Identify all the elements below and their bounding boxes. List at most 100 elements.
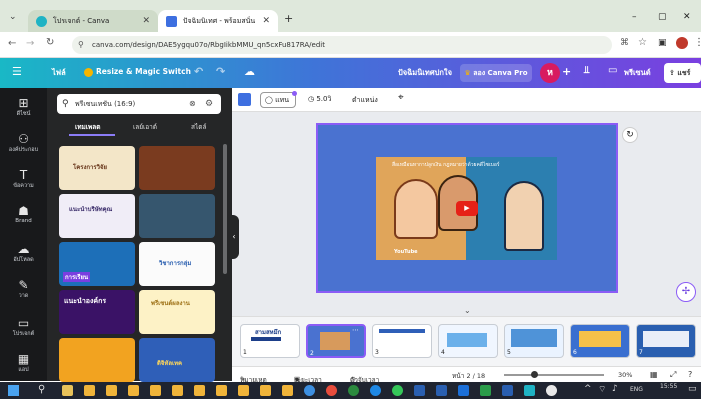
template-thumb[interactable] bbox=[59, 338, 135, 382]
taskbar-app-icon[interactable] bbox=[436, 385, 447, 396]
rail-item-brand[interactable]: ☗ Brand bbox=[0, 204, 47, 224]
rail-item-design[interactable]: ⊞ ดีไซน์ bbox=[0, 96, 47, 118]
minimize-button[interactable]: – bbox=[632, 12, 637, 22]
grid-view-icon[interactable]: ▦ bbox=[650, 370, 658, 379]
tab-menu-icon[interactable]: ⌄ bbox=[9, 12, 17, 22]
taskbar-app-icon[interactable] bbox=[238, 385, 249, 396]
filter-icon[interactable]: ⚙ bbox=[205, 94, 213, 114]
taskbar-app-icon[interactable] bbox=[194, 385, 205, 396]
forward-icon[interactable]: → bbox=[26, 38, 34, 49]
taskbar-app-icon[interactable] bbox=[370, 385, 381, 396]
resize-magic-switch-button[interactable]: Resize & Magic Switch bbox=[96, 67, 191, 76]
taskbar-app-icon[interactable] bbox=[414, 385, 425, 396]
url-input[interactable]: ⚲ canva.com/design/DAE5ygqu07o/RbgIikbMM… bbox=[72, 36, 612, 54]
page-more-icon[interactable]: ⋯ bbox=[352, 326, 359, 334]
page-thumb-4[interactable]: 4 bbox=[438, 324, 498, 358]
taskbar-app-icon[interactable] bbox=[128, 385, 139, 396]
zoom-slider-handle[interactable] bbox=[531, 371, 538, 378]
taskbar-app-icon[interactable] bbox=[304, 385, 315, 396]
template-thumb[interactable]: แนะนำองค์กร bbox=[59, 290, 135, 334]
back-icon[interactable]: ← bbox=[8, 38, 16, 49]
network-icon[interactable]: ⌔ bbox=[598, 384, 606, 395]
bookmark-star-icon[interactable]: ☆ bbox=[638, 37, 647, 48]
taskbar-app-icon[interactable] bbox=[84, 385, 95, 396]
taskbar-app-icon[interactable] bbox=[392, 385, 403, 396]
background-color-swatch[interactable] bbox=[238, 93, 251, 106]
page-thumb-6[interactable]: 6 bbox=[570, 324, 630, 358]
taskbar-app-icon[interactable] bbox=[480, 385, 491, 396]
play-button-icon[interactable]: ▶ bbox=[456, 201, 478, 216]
main-menu-icon[interactable]: ☰ bbox=[12, 65, 22, 78]
clock[interactable]: 15:55 bbox=[660, 383, 677, 390]
clear-search-icon[interactable]: ⊗ bbox=[189, 94, 196, 114]
template-search-input[interactable]: ⚲ พรีเซนเทชัน (16:9) ⊗ ⚙ bbox=[57, 94, 221, 114]
page-thumb-2[interactable]: 2 ⋯ bbox=[306, 324, 366, 358]
close-tab-icon[interactable]: ✕ bbox=[262, 16, 270, 26]
add-collaborator-icon[interactable]: + bbox=[562, 65, 571, 78]
tab-layouts[interactable]: เลย์เอาต์ bbox=[133, 122, 157, 132]
paint-format-icon[interactable]: ⌖ bbox=[398, 92, 404, 103]
taskbar-app-icon[interactable] bbox=[172, 385, 183, 396]
template-thumb[interactable]: แนะนำบริษัทคุณ bbox=[59, 194, 135, 238]
template-thumb[interactable]: โครงการวิจัย bbox=[59, 146, 135, 190]
profile-icon[interactable] bbox=[676, 37, 688, 49]
collapse-panel-handle[interactable]: ‹ bbox=[229, 215, 239, 259]
taskbar-app-icon[interactable] bbox=[348, 385, 359, 396]
taskbar-app-icon[interactable] bbox=[458, 385, 469, 396]
tab-templates[interactable]: เทมเพลต bbox=[75, 122, 101, 132]
template-thumb[interactable]: พรีเซนต์ผลงาน bbox=[139, 290, 215, 334]
browser-tab-design[interactable]: ปัจฉิมนิเทศ - พร้อมสนั่น ✕ bbox=[158, 10, 278, 32]
expand-pages-icon[interactable]: ⌄ bbox=[464, 306, 471, 315]
rail-item-projects[interactable]: ▭ โปรเจกต์ bbox=[0, 316, 47, 338]
tab-styles[interactable]: สไตล์ bbox=[191, 122, 206, 132]
taskbar-app-icon[interactable] bbox=[62, 385, 73, 396]
page-thumb-1[interactable]: สามสหมึก 1 bbox=[240, 324, 300, 358]
redo-icon[interactable]: ↷ bbox=[216, 65, 225, 78]
youtube-video-embed[interactable]: สื่อเหมือนหากาปลูกเงิน กฎหมายว่าด้วยคดีไ… bbox=[376, 157, 557, 260]
undo-icon[interactable]: ↶ bbox=[194, 65, 203, 78]
browser-menu-icon[interactable]: ⋮ bbox=[694, 37, 701, 48]
zoom-level[interactable]: 30% bbox=[618, 371, 632, 379]
taskbar-search-icon[interactable]: ⚲ bbox=[38, 384, 45, 395]
language-indicator[interactable]: ENG bbox=[630, 386, 643, 393]
present-button[interactable]: พรีเซนต์ bbox=[624, 67, 651, 79]
translate-icon[interactable]: ⌘ bbox=[620, 38, 629, 48]
template-thumb[interactable]: วิชาการกลุ่ม bbox=[139, 242, 215, 286]
taskbar-app-icon[interactable] bbox=[106, 385, 117, 396]
regenerate-icon[interactable]: ↻ bbox=[622, 127, 638, 143]
fullscreen-icon[interactable]: ⤢ bbox=[670, 370, 676, 380]
page-thumb-7[interactable]: 7 bbox=[636, 324, 696, 358]
taskbar-app-icon[interactable] bbox=[282, 385, 293, 396]
rail-item-apps[interactable]: ▦ แอป bbox=[0, 352, 47, 374]
help-icon[interactable]: ? bbox=[688, 370, 692, 379]
zoom-slider[interactable] bbox=[504, 371, 604, 378]
try-canva-pro-button[interactable]: ♛ ลอง Canva Pro bbox=[460, 64, 532, 82]
share-button[interactable]: ⇪ แชร์ bbox=[664, 63, 701, 83]
design-title[interactable]: ปัจฉิมนิเทศปกใจ bbox=[398, 67, 452, 79]
cloud-saved-icon[interactable]: ☁ bbox=[244, 65, 255, 78]
template-thumb[interactable]: การเรียน bbox=[59, 242, 135, 286]
file-menu-button[interactable]: ไฟล์ bbox=[52, 67, 66, 79]
close-tab-icon[interactable]: ✕ bbox=[142, 16, 150, 26]
volume-icon[interactable]: ♪ bbox=[612, 384, 618, 394]
template-thumb[interactable]: ดิจิทัลเทค bbox=[139, 338, 215, 382]
notification-icon[interactable]: ▭ bbox=[688, 384, 697, 394]
analytics-icon[interactable]: ⫫ bbox=[584, 65, 590, 76]
site-info-icon[interactable]: ⚲ bbox=[78, 36, 84, 54]
rail-item-draw[interactable]: ✎ วาด bbox=[0, 278, 47, 300]
taskbar-app-icon[interactable] bbox=[502, 385, 513, 396]
taskbar-app-icon[interactable] bbox=[326, 385, 337, 396]
animate-button[interactable]: ◯ แทน bbox=[260, 92, 296, 108]
page-thumb-5[interactable]: 5 bbox=[504, 324, 564, 358]
taskbar-app-icon[interactable] bbox=[216, 385, 227, 396]
taskbar-app-icon[interactable] bbox=[260, 385, 271, 396]
timing-button[interactable]: ◷ 5.0วิ bbox=[308, 94, 331, 105]
sidebar-icon[interactable]: ▣ bbox=[658, 38, 667, 48]
rail-item-uploads[interactable]: ☁ อัปโหลด bbox=[0, 242, 47, 264]
reload-icon[interactable]: ↻ bbox=[46, 37, 54, 48]
taskbar-app-icon[interactable] bbox=[524, 385, 535, 396]
tray-expand-icon[interactable]: ^ bbox=[584, 384, 592, 394]
windows-start-icon[interactable] bbox=[8, 385, 19, 396]
new-tab-button[interactable]: + bbox=[284, 12, 293, 25]
browser-tab-projects[interactable]: โปรเจกต์ - Canva ✕ bbox=[28, 10, 158, 32]
